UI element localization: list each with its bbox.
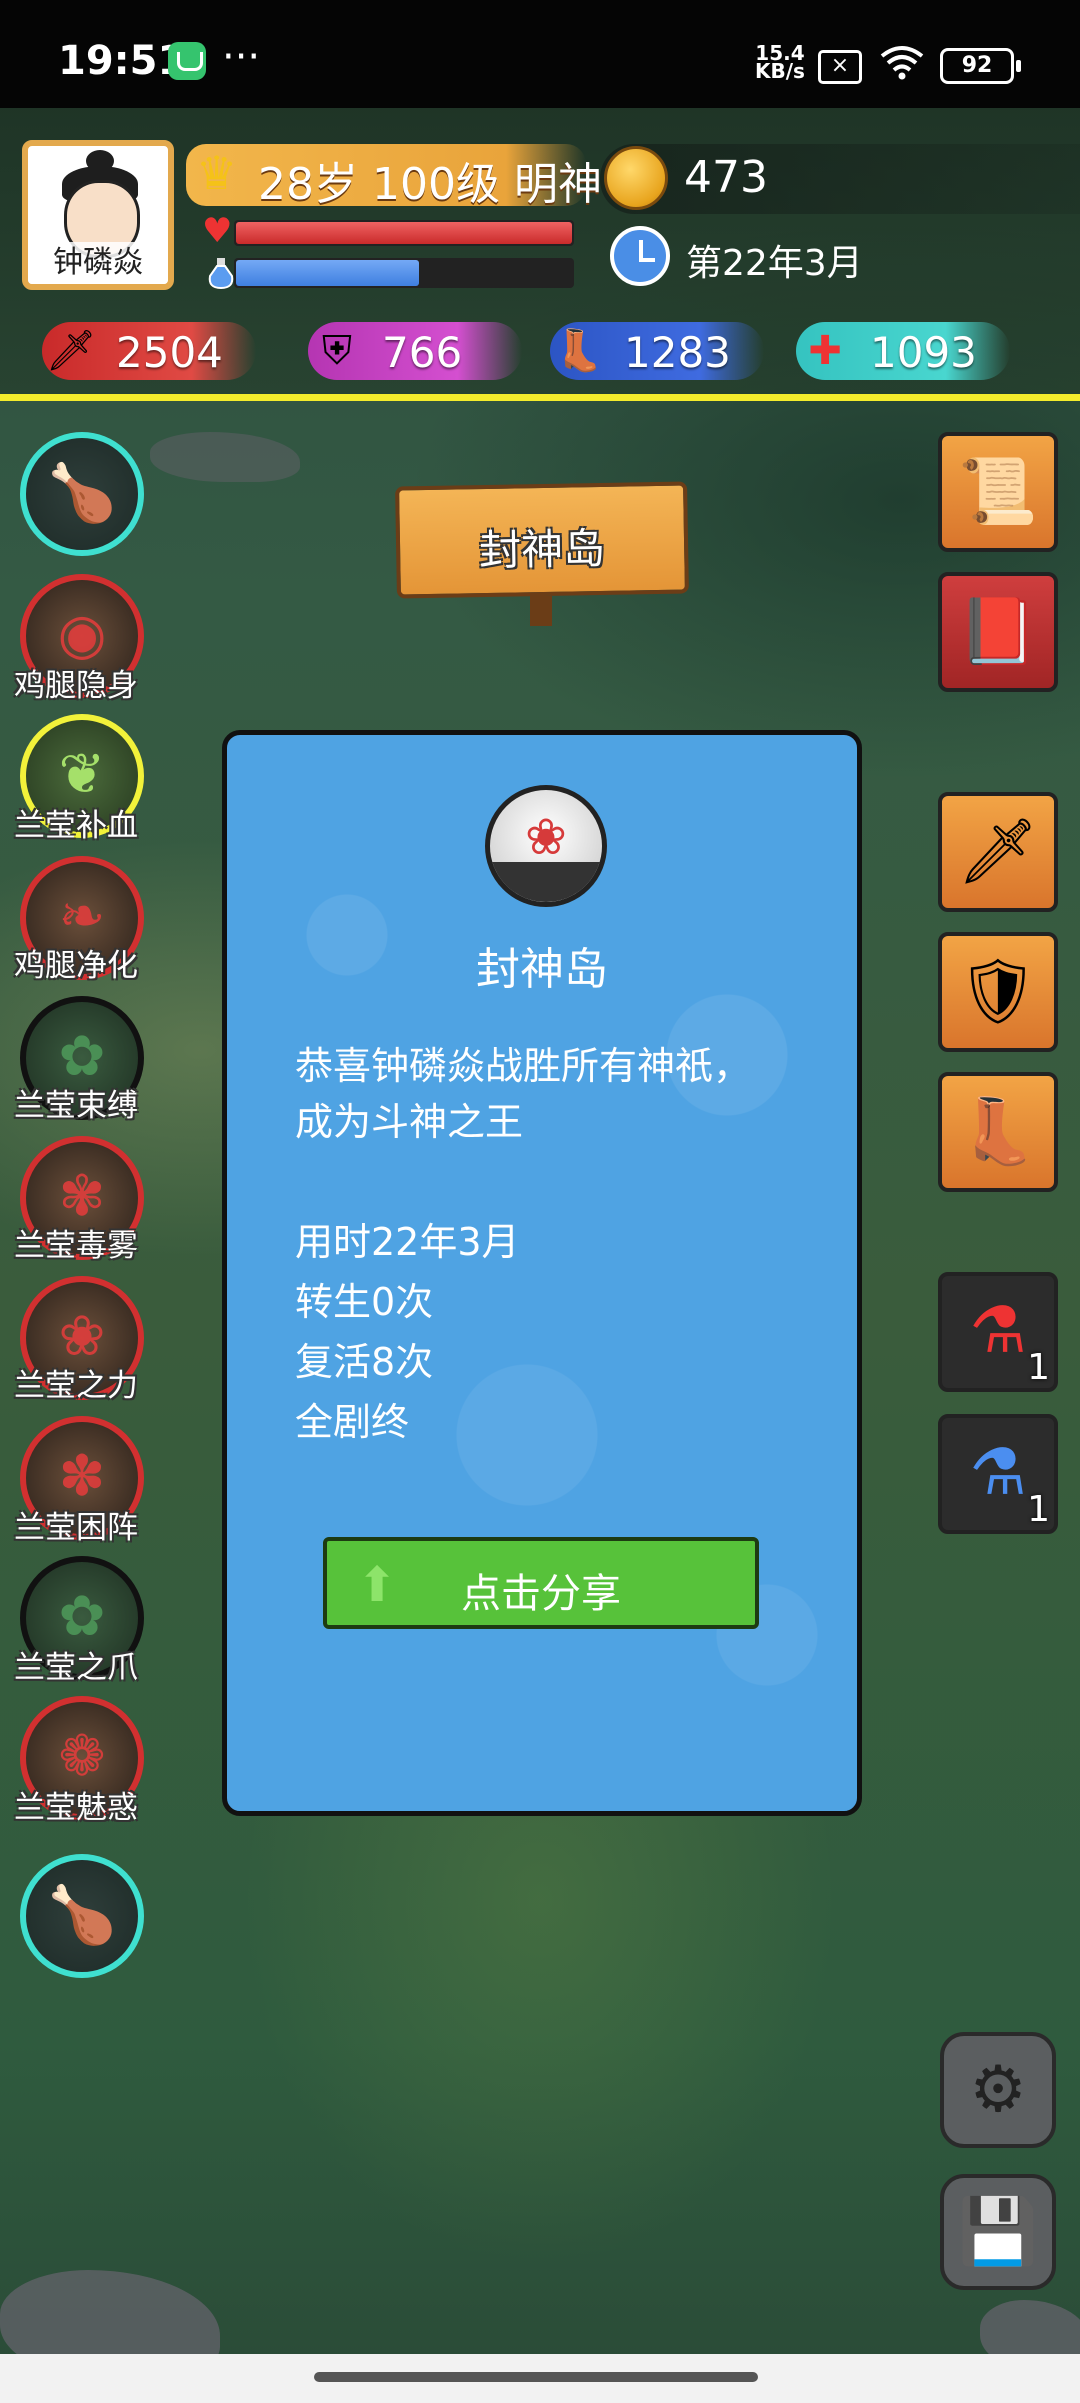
hp-fill — [236, 222, 572, 244]
share-button[interactable]: ⬆ 点击分享 — [323, 1537, 759, 1629]
stealth-icon: ◉ — [57, 602, 107, 667]
speed-value: 1283 — [624, 328, 731, 377]
hp-potion-count: 1 — [1027, 1347, 1050, 1388]
trap-icon: ✽ — [58, 1444, 106, 1509]
network-speed: 15.4 KB/s — [755, 43, 805, 83]
skill-drumstick-pet[interactable]: 🍗 — [20, 1854, 144, 1978]
player-name: 钟磷焱 — [28, 242, 168, 284]
skill-label: 兰莹补血 — [14, 808, 138, 844]
heart-icon: ♥ — [202, 211, 233, 251]
gold-amount: 473 — [684, 152, 768, 203]
mp-potion-slot[interactable]: ⚗ 1 — [938, 1414, 1058, 1534]
net-speed-unit: KB/s — [755, 59, 805, 83]
sign-pole — [530, 596, 552, 626]
armor-slot[interactable]: 🛡 — [938, 932, 1058, 1052]
shield-icon: ⛨ — [322, 328, 352, 374]
skill-label: 兰莹魅惑 — [14, 1790, 138, 1826]
book-button[interactable]: 📕 — [938, 572, 1058, 692]
mp-fill — [236, 260, 419, 286]
defense-stat: ⛨ 766 — [308, 322, 522, 380]
sword-icon: 🗡 — [957, 815, 1039, 889]
weapon-slot[interactable]: 🗡 — [938, 792, 1058, 912]
game-date: 第22年3月 — [686, 243, 863, 284]
boots-icon: 👢 — [958, 1095, 1038, 1169]
avatar[interactable]: 钟磷焱 — [22, 140, 174, 290]
scroll-map-icon: 📜 — [958, 455, 1038, 529]
sword-icon: 🗡 — [45, 328, 97, 374]
home-indicator[interactable] — [314, 2372, 758, 2382]
dialog-title: 封神岛 — [476, 944, 608, 995]
map-scroll-button[interactable]: 📜 — [938, 432, 1058, 552]
crown-icon: ♛ — [196, 146, 238, 200]
boots-slot[interactable]: 👢 — [938, 1072, 1058, 1192]
drumstick-pet-icon: 🍗 — [47, 1883, 117, 1948]
status-time: 19:51 — [58, 38, 186, 84]
dialog-line: 复活8次 — [295, 1340, 434, 1384]
settings-button[interactable]: ⚙ — [940, 2032, 1056, 2148]
heal-value: 1093 — [870, 328, 977, 377]
boot-icon: 👢 — [554, 328, 604, 374]
heart-plus-icon: ✚ — [808, 328, 842, 374]
skill-label: 兰莹之力 — [14, 1368, 138, 1404]
more-notifications-icon: ··· — [222, 34, 261, 80]
dialog-line: 恭喜钟磷焱战胜所有神祇， — [295, 1044, 752, 1088]
skill-label: 兰莹困阵 — [14, 1510, 138, 1546]
mp-potion-count: 1 — [1027, 1489, 1050, 1530]
header-divider — [0, 394, 1080, 401]
dialog-line: 转生0次 — [295, 1280, 434, 1324]
heal-stat: ✚ 1093 — [796, 322, 1010, 380]
lotus-icon: ❀ — [525, 808, 567, 866]
dialog-line: 成为斗神之王 — [295, 1100, 524, 1144]
hp-bar — [234, 220, 574, 246]
ending-dialog: ❀ 封神岛 恭喜钟磷焱战胜所有神祇， 成为斗神之王 用时22年3月 转生0次 复… — [222, 730, 862, 1816]
mp-bar — [234, 258, 574, 288]
armor-icon: 🛡 — [957, 955, 1039, 1029]
leaf-heal-icon: ❦ — [58, 742, 106, 807]
battery-icon: 92 — [940, 48, 1021, 84]
gold-panel — [600, 144, 1080, 214]
drumstick-icon: 🍗 — [47, 461, 117, 526]
wifi-icon — [880, 46, 924, 80]
hp-potion-slot[interactable]: ⚗ 1 — [938, 1272, 1058, 1392]
skill-label: 兰莹之爪 — [14, 1650, 138, 1686]
defense-value: 766 — [382, 328, 463, 377]
no-sim-icon: × — [818, 50, 862, 84]
attack-value: 2504 — [116, 328, 223, 377]
app-notification-icon — [168, 42, 206, 80]
book-icon: 📕 — [958, 595, 1038, 669]
status-bar: 19:51 ··· 15.4 KB/s × 92 — [0, 0, 1080, 108]
skill-label: 兰莹毒雾 — [14, 1228, 138, 1264]
save-button[interactable]: 💾 — [940, 2174, 1056, 2290]
gold-coin-icon — [604, 146, 668, 210]
skill-label: 鸡腿净化 — [14, 948, 138, 984]
dialog-line: 全剧终 — [295, 1400, 410, 1444]
speed-stat: 👢 1283 — [550, 322, 764, 380]
location-sign: 封神岛 — [395, 481, 689, 599]
claw-icon: ✿ — [58, 1584, 106, 1649]
mana-bottle-icon — [208, 258, 234, 290]
location-name: 封神岛 — [478, 523, 606, 576]
attack-stat: 🗡 2504 — [42, 322, 256, 380]
gear-icon: ⚙ — [969, 2053, 1027, 2127]
clock-icon — [610, 226, 670, 286]
skill-label: 兰莹束缚 — [14, 1088, 138, 1124]
charm-icon: ❁ — [58, 1724, 106, 1789]
skill-drumstick[interactable]: 🍗 — [20, 432, 144, 556]
dialog-line: 用时22年3月 — [295, 1220, 520, 1264]
lotus-emblem: ❀ — [485, 785, 607, 907]
share-label: 点击分享 — [461, 1571, 621, 1617]
skill-label: 鸡腿隐身 — [14, 668, 138, 704]
player-rank: 28岁 100级 明神 — [258, 159, 602, 210]
save-icon: 💾 — [958, 2195, 1038, 2269]
